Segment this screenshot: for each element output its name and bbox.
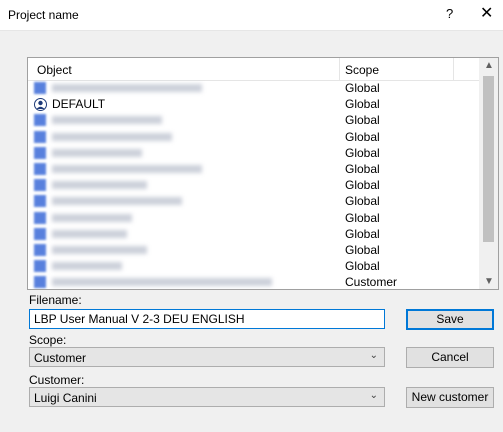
list-item-scope: Global <box>345 226 380 241</box>
list-item-name <box>52 229 127 238</box>
list-item-name <box>52 148 142 157</box>
help-button[interactable]: ? <box>446 6 453 21</box>
column-divider[interactable] <box>339 58 340 80</box>
chevron-down-icon[interactable]: ⌄ <box>370 350 378 361</box>
list-item-scope: Global <box>345 210 380 225</box>
list-item[interactable]: DEFAULT Global <box>28 96 479 112</box>
list-item-name: DEFAULT <box>52 97 106 112</box>
list-item-scope: Global <box>345 113 380 128</box>
scroll-thumb[interactable] <box>483 76 494 242</box>
list-item-scope: Global <box>345 161 380 176</box>
list-item-scope: Global <box>345 129 380 144</box>
list-item[interactable]: Global <box>28 242 479 258</box>
list-item[interactable]: Global <box>28 177 479 193</box>
column-divider[interactable] <box>453 58 454 80</box>
list-item[interactable]: Global <box>28 145 479 161</box>
list-item-scope: Global <box>345 259 380 274</box>
list-item-name <box>52 278 272 287</box>
object-icon <box>34 179 46 192</box>
filename-label: Filename: <box>29 293 82 307</box>
list-item-name <box>52 262 122 271</box>
scope-label: Scope: <box>29 333 67 347</box>
customer-select[interactable]: Luigi Canini ⌄ <box>29 387 385 407</box>
user-icon <box>34 98 47 112</box>
list-item-scope: Global <box>345 81 380 95</box>
list-item[interactable]: Global <box>28 80 479 96</box>
list-item-scope: Global <box>345 242 380 257</box>
title-bar: Project name ? ✕ <box>0 0 503 31</box>
scope-value: Customer <box>34 351 87 365</box>
scroll-down-icon[interactable]: ▼ <box>484 276 494 287</box>
list-item-scope: Customer <box>345 275 398 289</box>
scroll-up-icon[interactable]: ▲ <box>484 60 494 71</box>
list-item-name <box>52 213 132 222</box>
cancel-button[interactable]: Cancel <box>406 347 494 368</box>
list-item-name <box>52 181 147 190</box>
list-item-scope: Global <box>345 194 380 209</box>
list-rows: Global DEFAULT Global Global Global Global Glo… <box>28 80 479 289</box>
list-item-scope: Global <box>345 178 380 193</box>
list-item-name <box>52 197 182 206</box>
list-item[interactable]: Customer <box>28 274 479 289</box>
list-item-scope: Global <box>345 145 380 160</box>
list-item[interactable]: Global <box>28 161 479 177</box>
list-item-name <box>52 164 202 173</box>
new-customer-button[interactable]: New customer <box>406 387 494 408</box>
list-item-name <box>52 116 162 125</box>
object-icon <box>34 146 46 159</box>
list-item[interactable]: Global <box>28 210 479 226</box>
column-header-scope[interactable]: Scope <box>345 63 379 77</box>
window-title: Project name <box>8 8 79 22</box>
object-icon <box>34 227 46 240</box>
list-item[interactable]: Global <box>28 258 479 274</box>
scope-select[interactable]: Customer ⌄ <box>29 347 385 367</box>
chevron-down-icon[interactable]: ⌄ <box>370 390 378 401</box>
close-button[interactable]: ✕ <box>480 3 493 23</box>
list-header: Object Scope <box>28 58 479 81</box>
object-icon <box>34 82 46 94</box>
column-header-object[interactable]: Object <box>37 63 72 77</box>
object-icon <box>34 195 46 208</box>
object-list[interactable]: Object Scope Global DEFAULT Global Global Gl… <box>27 57 499 290</box>
list-item-name <box>52 132 172 141</box>
object-icon <box>34 276 46 289</box>
list-item[interactable]: Global <box>28 112 479 128</box>
list-item-scope: Global <box>345 97 380 112</box>
filename-input[interactable] <box>29 309 385 329</box>
save-button[interactable]: Save <box>406 309 494 330</box>
list-item-name <box>52 84 202 92</box>
customer-label: Customer: <box>29 373 85 387</box>
vertical-scrollbar[interactable]: ▲ ▼ <box>479 58 498 289</box>
list-item[interactable]: Global <box>28 226 479 242</box>
object-icon <box>34 211 46 224</box>
object-icon <box>34 243 46 256</box>
object-icon <box>34 260 46 273</box>
list-item[interactable]: Global <box>28 129 479 145</box>
list-item-name <box>52 245 147 254</box>
customer-value: Luigi Canini <box>34 391 97 405</box>
object-icon <box>34 114 46 127</box>
object-icon <box>34 130 46 143</box>
object-icon <box>34 162 46 175</box>
list-item[interactable]: Global <box>28 193 479 209</box>
